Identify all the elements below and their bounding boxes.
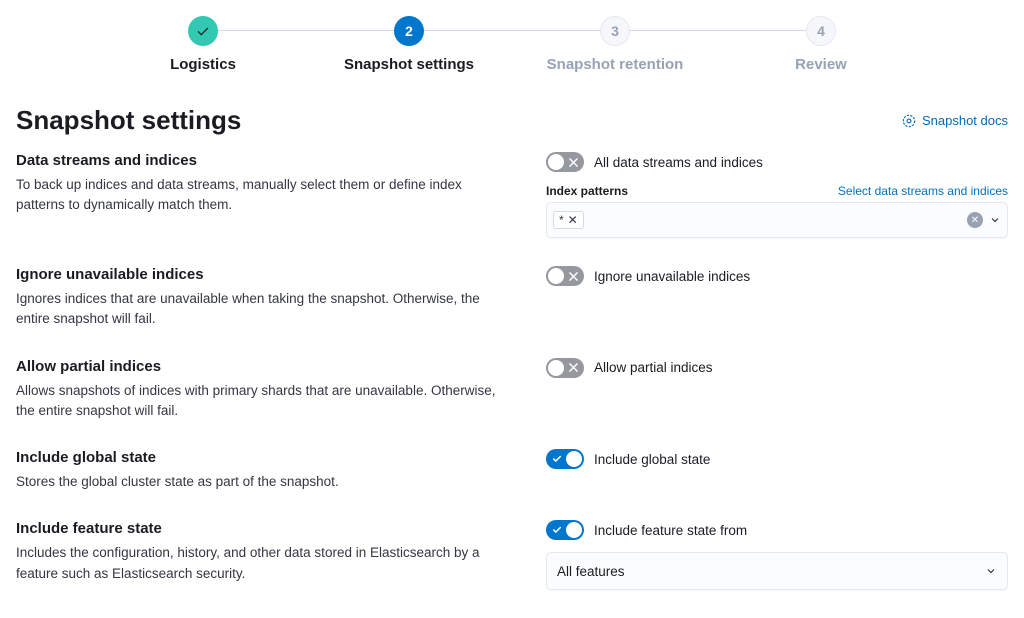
- section-desc: Stores the global cluster state as part …: [16, 472, 506, 492]
- section-title-feature: Include feature state: [16, 520, 506, 537]
- step-review[interactable]: 4 Review: [718, 16, 924, 73]
- remove-pattern-icon[interactable]: ✕: [568, 213, 578, 227]
- step-snapshot-settings[interactable]: 2 Snapshot settings: [306, 16, 512, 73]
- index-patterns-combobox[interactable]: * ✕ ✕: [546, 202, 1008, 238]
- section-title-data-streams: Data streams and indices: [16, 152, 506, 169]
- cross-icon: [569, 272, 578, 281]
- toggle-label: Ignore unavailable indices: [594, 269, 750, 284]
- section-desc: To back up indices and data streams, man…: [16, 175, 506, 216]
- wizard-stepper: Logistics 2 Snapshot settings 3 Snapshot…: [0, 0, 1024, 73]
- section-title-ignore: Ignore unavailable indices: [16, 266, 506, 283]
- toggle-label: Include global state: [594, 452, 710, 467]
- page-title: Snapshot settings: [16, 105, 241, 136]
- select-value: All features: [557, 564, 625, 579]
- feature-state-select[interactable]: All features: [546, 552, 1008, 590]
- check-icon: [552, 525, 562, 535]
- docs-link-label: Snapshot docs: [922, 113, 1008, 128]
- step-number: 2: [394, 16, 424, 46]
- snapshot-docs-link[interactable]: Snapshot docs: [902, 113, 1008, 128]
- step-label: Snapshot settings: [344, 56, 474, 73]
- toggle-ignore-unavailable[interactable]: [546, 266, 584, 286]
- chevron-down-icon[interactable]: [989, 214, 1001, 226]
- toggle-label: Include feature state from: [594, 523, 747, 538]
- check-icon: [196, 24, 210, 38]
- step-snapshot-retention[interactable]: 3 Snapshot retention: [512, 16, 718, 73]
- pattern-value: *: [559, 213, 564, 227]
- section-title-partial: Allow partial indices: [16, 358, 506, 375]
- toggle-all-data-streams[interactable]: [546, 152, 584, 172]
- toggle-include-feature-state[interactable]: [546, 520, 584, 540]
- select-data-streams-link[interactable]: Select data streams and indices: [838, 184, 1008, 198]
- clear-all-icon[interactable]: ✕: [967, 212, 983, 228]
- pattern-pill: * ✕: [553, 211, 584, 229]
- help-icon: [902, 114, 916, 128]
- step-label: Logistics: [170, 56, 236, 73]
- section-desc: Ignores indices that are unavailable whe…: [16, 289, 506, 330]
- step-label: Snapshot retention: [547, 56, 684, 73]
- toggle-label: All data streams and indices: [594, 155, 763, 170]
- cross-icon: [569, 158, 578, 167]
- step-number: 3: [600, 16, 630, 46]
- toggle-include-global-state[interactable]: [546, 449, 584, 469]
- step-label: Review: [795, 56, 847, 73]
- cross-icon: [569, 363, 578, 372]
- check-icon: [552, 454, 562, 464]
- toggle-allow-partial[interactable]: [546, 358, 584, 378]
- section-title-global: Include global state: [16, 449, 506, 466]
- index-patterns-label: Index patterns: [546, 184, 628, 198]
- chevron-down-icon: [985, 565, 997, 577]
- step-logistics[interactable]: Logistics: [100, 16, 306, 73]
- step-number: 4: [806, 16, 836, 46]
- toggle-label: Allow partial indices: [594, 360, 713, 375]
- section-desc: Includes the configuration, history, and…: [16, 543, 506, 584]
- section-desc: Allows snapshots of indices with primary…: [16, 381, 506, 422]
